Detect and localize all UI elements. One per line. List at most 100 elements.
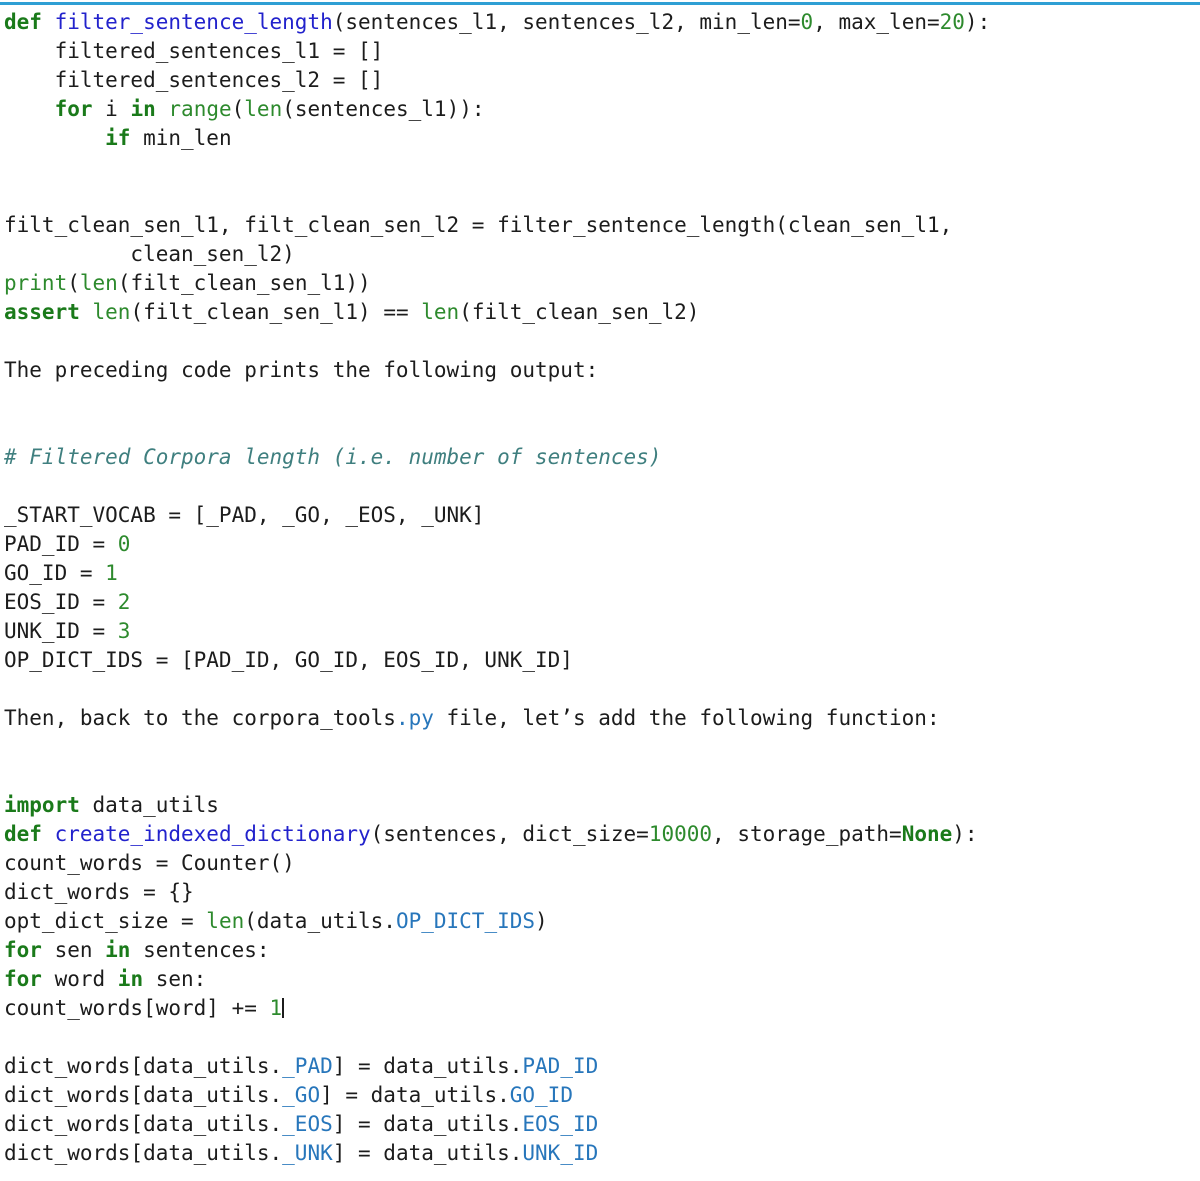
code-text: min_len: [130, 126, 232, 150]
function-name-create-indexed-dictionary: create_indexed_dictionary: [54, 822, 371, 846]
builtin-len: len: [206, 909, 245, 933]
code-text: EOS_ID =: [4, 590, 118, 614]
code-text: dict_words[data_utils.: [4, 1112, 283, 1136]
code-text: sen: [41, 938, 106, 962]
keyword-def: def: [4, 822, 55, 846]
number-literal: 20: [939, 10, 965, 34]
comment-filtered-corpora-length: # Filtered Corpora length (i.e. number o…: [4, 445, 662, 469]
keyword-def: def: [4, 10, 55, 34]
code-text: UNK_ID =: [4, 619, 118, 643]
code-text: ] = data_utils.: [332, 1054, 523, 1078]
constant-none: None: [901, 822, 953, 846]
code-line: # Filtered Corpora length (i.e. number o…: [4, 443, 1196, 472]
keyword-if: if: [105, 126, 131, 150]
code-text: dict_words[data_utils.: [4, 1083, 283, 1107]
text-cursor-caret: [282, 998, 285, 1018]
keyword-for: for: [54, 97, 93, 121]
code-line: for i in range(len(sentences_l1)):: [4, 95, 1196, 124]
function-call-filter-sentence-length: filter_sentence_length: [497, 213, 776, 237]
code-text: ] = data_utils.: [320, 1083, 510, 1107]
keyword-assert: assert: [4, 300, 80, 324]
code-text: count_words[word] +=: [4, 996, 270, 1020]
code-text: OP_DICT_IDS = [PAD_ID, GO_ID, EOS_ID, UN…: [4, 648, 573, 672]
number-literal: 2: [117, 590, 131, 614]
code-text: (: [231, 97, 245, 121]
code-text: count_words = Counter(): [4, 851, 295, 875]
code-text: (filt_clean_sen_l1)): [117, 271, 371, 295]
code-line: GO_ID = 1: [4, 559, 1196, 588]
code-text: sentences:: [130, 938, 270, 962]
code-text: (filt_clean_sen_l1) ==: [130, 300, 422, 324]
number-literal: 1: [105, 561, 118, 585]
code-text: dict_words[data_utils.: [4, 1141, 283, 1165]
code-text: dict_words = {}: [4, 880, 194, 904]
code-text: PAD_ID =: [4, 532, 118, 556]
code-text: word: [41, 967, 118, 991]
prose-text: The preceding code prints the following …: [4, 358, 599, 382]
builtin-range: range: [168, 97, 232, 121]
prose-line-preceding-output: The preceding code prints the following …: [4, 356, 1196, 385]
code-line: print(len(filt_clean_sen_l1)): [4, 269, 1196, 298]
top-divider-rule: [0, 2, 1200, 5]
keyword-for: for: [4, 938, 42, 962]
code-line: PAD_ID = 0: [4, 530, 1196, 559]
code-line: OP_DICT_IDS = [PAD_ID, GO_ID, EOS_ID, UN…: [4, 646, 1196, 675]
code-line: opt_dict_size = len(data_utils.OP_DICT_I…: [4, 907, 1196, 936]
code-line: dict_words[data_utils._GO] = data_utils.…: [4, 1081, 1196, 1110]
code-line: def create_indexed_dictionary(sentences,…: [4, 820, 1196, 849]
function-name-filter-sentence-length: filter_sentence_length: [54, 10, 333, 34]
code-text: , max_len=: [813, 10, 940, 34]
code-line: dict_words[data_utils._EOS] = data_utils…: [4, 1110, 1196, 1139]
code-text: (filt_clean_sen_l2): [459, 300, 700, 324]
code-line: filtered_sentences_l1 = []: [4, 37, 1196, 66]
code-text: opt_dict_size =: [4, 909, 207, 933]
builtin-len: len: [421, 300, 460, 324]
code-text: (sentences_l1, sentences_l2, min_len=: [332, 10, 801, 34]
code-text: filtered_sentences_l2 = []: [4, 68, 384, 92]
code-line: if min_len: [4, 124, 1196, 153]
code-line: for word in sen:: [4, 965, 1196, 994]
code-text: ] = data_utils.: [332, 1141, 523, 1165]
code-line: dict_words[data_utils._PAD] = data_utils…: [4, 1052, 1196, 1081]
code-line: assert len(filt_clean_sen_l1) == len(fil…: [4, 298, 1196, 327]
code-text: ):: [964, 10, 991, 34]
attribute-pad: _PAD: [282, 1054, 333, 1078]
code-text: (clean_sen_l1,: [775, 213, 953, 237]
code-line: filt_clean_sen_l1, filt_clean_sen_l2 = f…: [4, 211, 1196, 240]
number-literal: 0: [117, 532, 131, 556]
attribute-eos: _EOS: [282, 1112, 333, 1136]
number-literal: 3: [117, 619, 131, 643]
code-text: ):: [952, 822, 978, 846]
code-text: filtered_sentences_l1 = []: [4, 39, 384, 63]
file-extension-py: .py: [395, 706, 434, 730]
code-line: import data_utils: [4, 791, 1196, 820]
keyword-in: in: [117, 967, 144, 991]
prose-text: Then, back to the corpora_tools: [4, 706, 396, 730]
code-line: dict_words[data_utils._UNK] = data_utils…: [4, 1139, 1196, 1168]
module-name-data-utils: data_utils: [79, 793, 219, 817]
code-text: (sentences_l1)):: [282, 97, 485, 121]
code-block[interactable]: def filter_sentence_length(sentences_l1,…: [0, 8, 1200, 1168]
number-literal: 0: [800, 10, 814, 34]
attribute-pad-id: PAD_ID: [522, 1054, 599, 1078]
code-line: def filter_sentence_length(sentences_l1,…: [4, 8, 1196, 37]
keyword-import: import: [4, 793, 80, 817]
code-text: _START_VOCAB = [_PAD, _GO, _EOS, _UNK]: [4, 503, 485, 527]
code-snippet-page: def filter_sentence_length(sentences_l1,…: [0, 0, 1200, 1181]
number-literal: 1: [269, 996, 283, 1020]
code-text: dict_words[data_utils.: [4, 1054, 283, 1078]
code-line: filtered_sentences_l2 = []: [4, 66, 1196, 95]
attribute-go-id: GO_ID: [509, 1083, 573, 1107]
code-line: UNK_ID = 3: [4, 617, 1196, 646]
code-text: (sentences, dict_size=: [370, 822, 649, 846]
